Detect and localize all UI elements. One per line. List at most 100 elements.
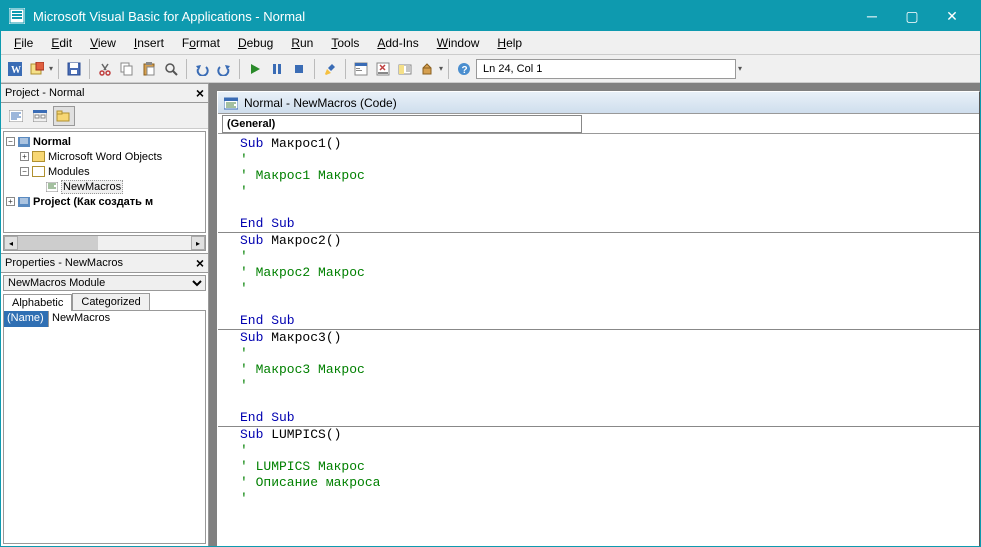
properties-object-dropdown[interactable]: NewMacros Module	[3, 275, 206, 291]
menu-addins[interactable]: Add-Ins	[368, 34, 427, 52]
menu-debug[interactable]: Debug	[229, 34, 282, 52]
view-code-button[interactable]	[5, 106, 27, 126]
code-line[interactable]: '	[240, 378, 979, 394]
window-title: Microsoft Visual Basic for Applications …	[33, 9, 852, 24]
code-object-dropdown-bar: (General)	[218, 114, 979, 134]
code-line[interactable]: '	[240, 443, 979, 459]
properties-panel-close-icon[interactable]: ×	[196, 255, 204, 271]
menu-help[interactable]: Help	[488, 34, 531, 52]
code-window: Normal - NewMacros (Code) (General) Sub …	[217, 91, 980, 546]
scroll-thumb[interactable]	[18, 236, 98, 250]
code-line[interactable]: '	[240, 152, 979, 168]
code-line[interactable]	[240, 200, 979, 216]
save-button[interactable]	[64, 59, 84, 79]
properties-window-button[interactable]	[373, 59, 393, 79]
properties-grid[interactable]: (Name) NewMacros	[3, 310, 206, 544]
code-line[interactable]: Sub LUMPICS()	[240, 427, 979, 443]
view-object-button[interactable]	[29, 106, 51, 126]
code-line[interactable]: '	[240, 491, 979, 507]
tree-expand-icon[interactable]: −	[6, 137, 15, 146]
code-line[interactable]: End Sub	[240, 313, 979, 329]
toolbox-button[interactable]	[417, 59, 437, 79]
scroll-left-icon[interactable]: ◂	[4, 236, 18, 250]
code-editor[interactable]: Sub Макрос1()'' Макрос1 Макрос'End SubSu…	[218, 134, 979, 546]
copy-button[interactable]	[117, 59, 137, 79]
find-button[interactable]	[161, 59, 181, 79]
insert-button[interactable]	[27, 59, 47, 79]
code-line[interactable]: End Sub	[240, 216, 979, 232]
undo-button[interactable]	[192, 59, 212, 79]
properties-object-selector[interactable]: NewMacros Module	[3, 275, 206, 291]
menu-insert[interactable]: Insert	[125, 34, 173, 52]
menu-view[interactable]: View	[81, 34, 125, 52]
project-panel-toolbar	[1, 103, 208, 129]
cut-button[interactable]	[95, 59, 115, 79]
break-button[interactable]	[267, 59, 287, 79]
property-key: (Name)	[4, 311, 49, 327]
code-line[interactable]	[240, 297, 979, 313]
maximize-button[interactable]: ▢	[892, 1, 932, 31]
code-line[interactable]: Sub Макрос3()	[240, 330, 979, 346]
tree-node-word-objects[interactable]: Microsoft Word Objects	[48, 151, 162, 163]
project-panel-header[interactable]: Project - Normal ×	[1, 83, 208, 103]
menu-tools[interactable]: Tools	[322, 34, 368, 52]
tree-expand-icon[interactable]: +	[6, 197, 15, 206]
code-line[interactable]	[240, 394, 979, 410]
code-line[interactable]: '	[240, 346, 979, 362]
menu-run[interactable]: Run	[282, 34, 322, 52]
tree-node-modules[interactable]: Modules	[48, 166, 90, 178]
project-panel-close-icon[interactable]: ×	[196, 85, 204, 101]
minimize-button[interactable]: ─	[852, 1, 892, 31]
code-window-titlebar[interactable]: Normal - NewMacros (Code)	[218, 92, 979, 114]
tree-collapse-icon[interactable]: −	[20, 167, 29, 176]
menu-format[interactable]: Format	[173, 34, 229, 52]
tree-expand-icon[interactable]: +	[20, 152, 29, 161]
reset-button[interactable]	[289, 59, 309, 79]
scroll-right-icon[interactable]: ▸	[191, 236, 205, 250]
object-browser-button[interactable]	[395, 59, 415, 79]
tab-categorized[interactable]: Categorized	[72, 293, 149, 310]
menu-window[interactable]: Window	[428, 34, 489, 52]
property-value[interactable]: NewMacros	[49, 311, 205, 327]
main-toolbar: W ▾ ▾ ? Ln 24, Col 1 ▾	[1, 55, 980, 83]
code-line[interactable]: ' Макрос2 Макрос	[240, 265, 979, 281]
toggle-folders-button[interactable]	[53, 106, 75, 126]
paste-button[interactable]	[139, 59, 159, 79]
cursor-position-status: Ln 24, Col 1	[476, 59, 736, 79]
tree-node-project2[interactable]: Project (Как создать м	[33, 196, 153, 208]
menu-file[interactable]: File	[5, 34, 42, 52]
close-button[interactable]: ✕	[932, 1, 972, 31]
code-object-dropdown[interactable]: (General)	[222, 115, 582, 133]
project-tree-hscrollbar[interactable]: ◂▸	[3, 235, 206, 251]
code-line[interactable]: End Sub	[240, 410, 979, 426]
menu-edit[interactable]: Edit	[42, 34, 81, 52]
code-line[interactable]: ' Макрос1 Макрос	[240, 168, 979, 184]
project-tree[interactable]: − Normal + Microsoft Word Objects − Modules…	[3, 131, 206, 233]
code-line[interactable]: '	[240, 281, 979, 297]
tree-node-newmacros[interactable]: NewMacros	[61, 180, 123, 194]
redo-button[interactable]	[214, 59, 234, 79]
app-icon	[9, 8, 25, 24]
folder-icon	[32, 151, 45, 162]
mdi-area: Normal - NewMacros (Code) (General) Sub …	[209, 83, 980, 546]
help-button[interactable]: ?	[454, 59, 474, 79]
svg-text:W: W	[11, 65, 21, 76]
code-line[interactable]: ' Описание макроса	[240, 475, 979, 491]
tree-node-normal[interactable]: Normal	[33, 136, 71, 148]
run-button[interactable]	[245, 59, 265, 79]
svg-text:?: ?	[462, 65, 468, 76]
project-icon	[18, 197, 30, 207]
code-line[interactable]: '	[240, 184, 979, 200]
code-line[interactable]: Sub Макрос2()	[240, 233, 979, 249]
tab-alphabetic[interactable]: Alphabetic	[3, 294, 72, 311]
code-line[interactable]: ' Макрос3 Макрос	[240, 362, 979, 378]
design-mode-button[interactable]	[320, 59, 340, 79]
code-line[interactable]: Sub Макрос1()	[240, 136, 979, 152]
view-word-button[interactable]: W	[5, 59, 25, 79]
project-explorer-button[interactable]	[351, 59, 371, 79]
titlebar[interactable]: Microsoft Visual Basic for Applications …	[1, 1, 980, 31]
code-line[interactable]: '	[240, 249, 979, 265]
properties-panel-header[interactable]: Properties - NewMacros ×	[1, 253, 208, 273]
code-line[interactable]: ' LUMPICS Макрос	[240, 459, 979, 475]
menubar: File Edit View Insert Format Debug Run T…	[1, 31, 980, 55]
